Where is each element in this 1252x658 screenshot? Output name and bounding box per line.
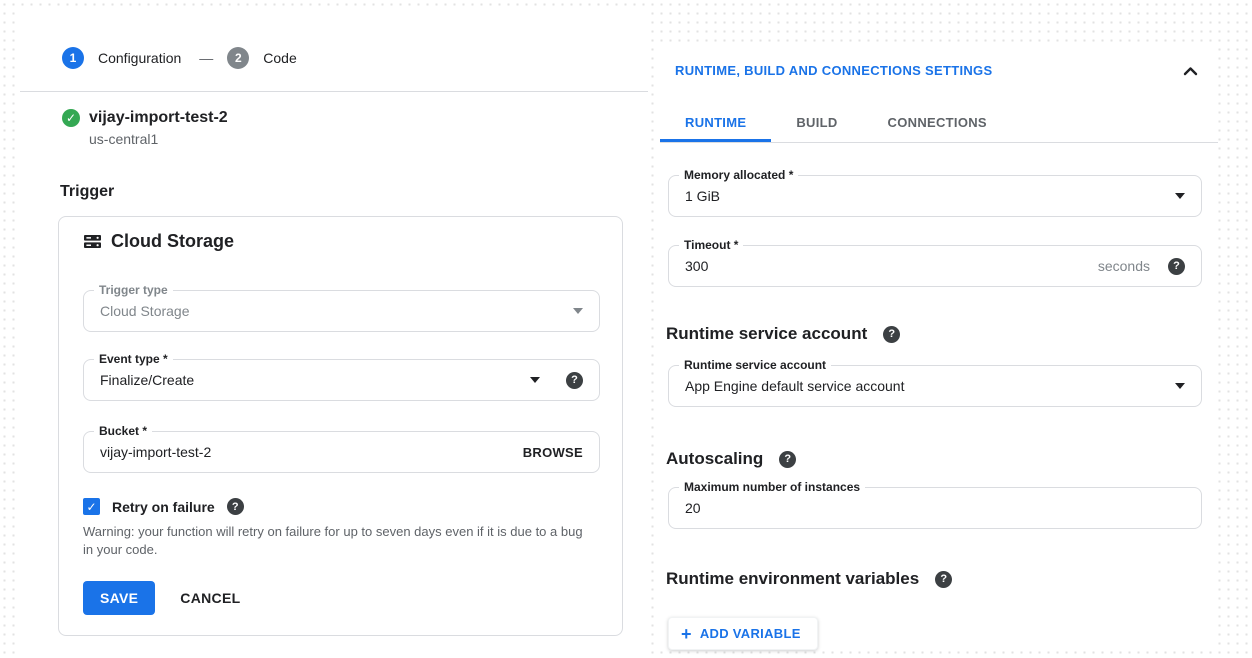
settings-expander-label[interactable]: RUNTIME, BUILD AND CONNECTIONS SETTINGS	[675, 63, 992, 78]
chevron-up-icon[interactable]	[1183, 66, 1198, 76]
stepper-separator: —	[199, 50, 213, 66]
memory-allocated-select[interactable]: Memory allocated * 1 GiB	[668, 175, 1202, 217]
timeout-help-icon[interactable]: ?	[1168, 258, 1185, 275]
autoscaling-help-icon[interactable]: ?	[779, 451, 796, 468]
trigger-type-select[interactable]: Trigger type Cloud Storage	[83, 290, 600, 332]
retry-checkbox[interactable]: ✓	[83, 498, 100, 515]
tab-connections[interactable]: CONNECTIONS	[863, 105, 1012, 142]
memory-allocated-label: Memory allocated *	[679, 168, 798, 182]
max-instances-label: Maximum number of instances	[679, 480, 865, 494]
service-account-help-icon[interactable]: ?	[883, 326, 900, 343]
step-2-circle[interactable]: 2	[227, 47, 249, 69]
browse-button[interactable]: BROWSE	[523, 445, 583, 460]
event-type-select[interactable]: Event type * Finalize/Create ?	[83, 359, 600, 401]
cloud-storage-icon	[83, 232, 102, 251]
chevron-down-icon	[530, 377, 540, 383]
service-account-heading: Runtime service account	[666, 324, 867, 344]
bucket-input[interactable]	[100, 444, 523, 460]
timeout-suffix: seconds	[1098, 258, 1150, 274]
service-account-value: App Engine default service account	[685, 378, 1175, 394]
trigger-card: Cloud Storage Trigger type Cloud Storage…	[58, 216, 623, 636]
add-variable-label: ADD VARIABLE	[700, 626, 801, 641]
header-divider	[20, 91, 648, 92]
step-1-label[interactable]: Configuration	[98, 50, 181, 66]
cancel-button[interactable]: CANCEL	[180, 590, 240, 606]
env-vars-help-icon[interactable]: ?	[935, 571, 952, 588]
runtime-settings-panel: RUNTIME, BUILD AND CONNECTIONS SETTINGS …	[660, 45, 1218, 645]
chevron-down-icon	[573, 308, 583, 314]
retry-warning-text: Warning: your function will retry on fai…	[83, 523, 595, 559]
service-account-select[interactable]: Runtime service account App Engine defau…	[668, 365, 1202, 407]
chevron-down-icon	[1175, 193, 1185, 199]
max-instances-field[interactable]: Maximum number of instances	[668, 487, 1202, 529]
settings-tabs: RUNTIME BUILD CONNECTIONS	[660, 105, 1218, 143]
chevron-down-icon	[1175, 383, 1185, 389]
event-type-label: Event type *	[94, 352, 173, 366]
stepper: 1 Configuration — 2 Code	[62, 47, 648, 69]
retry-help-icon[interactable]: ?	[227, 498, 244, 515]
event-type-help-icon[interactable]: ?	[566, 372, 583, 389]
bucket-label: Bucket *	[94, 424, 152, 438]
service-account-label: Runtime service account	[679, 358, 831, 372]
success-check-icon: ✓	[62, 109, 80, 127]
max-instances-input[interactable]	[685, 500, 1185, 516]
tab-runtime[interactable]: RUNTIME	[660, 105, 771, 142]
event-type-value: Finalize/Create	[100, 372, 530, 388]
step-2-label[interactable]: Code	[263, 50, 296, 66]
function-name: vijay-import-test-2	[89, 109, 228, 127]
step-1-circle[interactable]: 1	[62, 47, 84, 69]
trigger-section-title: Trigger	[60, 183, 648, 201]
add-variable-button[interactable]: + ADD VARIABLE	[668, 617, 818, 650]
plus-icon: +	[681, 627, 692, 641]
tab-build[interactable]: BUILD	[771, 105, 862, 142]
timeout-input[interactable]	[685, 258, 1098, 274]
function-region: us-central1	[89, 131, 648, 147]
timeout-label: Timeout *	[679, 238, 743, 252]
autoscaling-heading: Autoscaling	[666, 449, 763, 469]
retry-label: Retry on failure	[112, 499, 215, 515]
memory-allocated-value: 1 GiB	[685, 188, 1175, 204]
trigger-type-value: Cloud Storage	[100, 303, 573, 319]
configuration-panel: 1 Configuration — 2 Code ✓ vijay-import-…	[20, 12, 648, 658]
env-vars-heading: Runtime environment variables	[666, 569, 919, 589]
trigger-type-label: Trigger type	[94, 283, 173, 297]
trigger-card-title: Cloud Storage	[111, 231, 234, 252]
save-button[interactable]: SAVE	[83, 581, 155, 615]
timeout-field[interactable]: Timeout * seconds ?	[668, 245, 1202, 287]
bucket-field[interactable]: Bucket * BROWSE	[83, 431, 600, 473]
